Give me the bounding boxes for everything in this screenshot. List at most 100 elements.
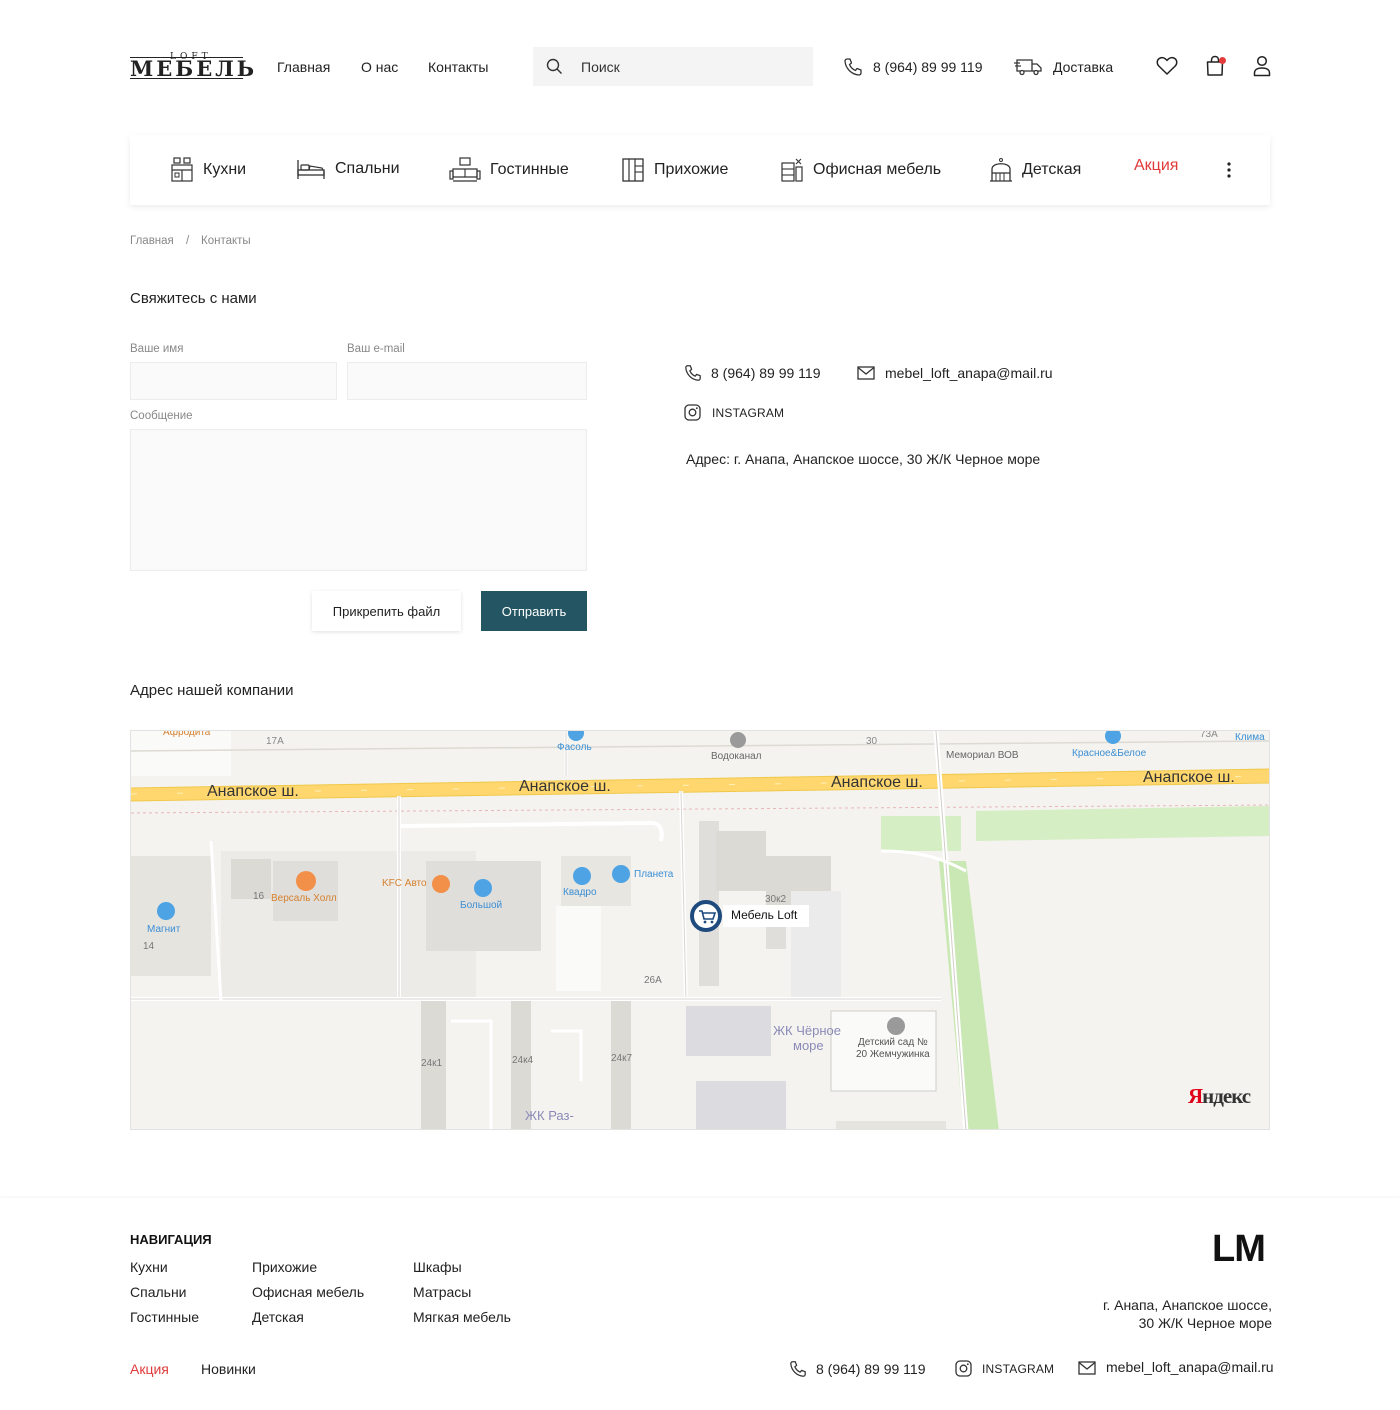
more-vertical-icon[interactable]	[1227, 162, 1231, 178]
map-place-label: Большой	[460, 900, 503, 911]
footer-instagram-link[interactable]: INSTAGRAM	[982, 1362, 1054, 1376]
category-bedrooms[interactable]: Спальни	[296, 157, 400, 181]
footer-link-office[interactable]: Офисная мебель	[252, 1284, 364, 1300]
footer-link-mattresses[interactable]: Матрасы	[413, 1284, 471, 1300]
map-place-label: Афродита	[163, 730, 211, 738]
map-place-label: Красное&Белое	[1072, 748, 1147, 759]
footer-address-line: 30 Ж/К Черное море	[1138, 1315, 1272, 1331]
user-icon[interactable]	[1253, 55, 1271, 77]
map-place-label: 30	[866, 736, 878, 747]
map-provider-text: ндекс	[1202, 1084, 1251, 1108]
footer-nav-title: НАВИГАЦИЯ	[130, 1232, 212, 1247]
map-place-label: 17А	[266, 736, 284, 747]
category-label: Акция	[1134, 157, 1179, 174]
map-place-label: 14	[143, 941, 155, 952]
company-map[interactable]: Афродита 17А Фасоль Водоканал 30 Мемориа…	[130, 730, 1270, 1130]
map-place-label: 24к1	[421, 1058, 443, 1069]
map-place-label: 73А	[1200, 730, 1218, 740]
footer-link-soft-furniture[interactable]: Мягкая мебель	[413, 1309, 511, 1325]
map-road-label: Анапское ш.	[207, 783, 299, 800]
logo-title: МЕБЕЛЬ	[130, 56, 258, 81]
footer-link-new[interactable]: Новинки	[201, 1361, 256, 1377]
search-icon[interactable]	[546, 58, 563, 75]
map-place-label: 24к7	[611, 1053, 633, 1064]
map-place-label: море	[793, 1038, 824, 1053]
breadcrumb-home[interactable]: Главная	[130, 235, 174, 247]
category-label: Спальни	[335, 160, 400, 177]
nav-link-home[interactable]: Главная	[277, 59, 330, 75]
category-label: Детская	[1022, 161, 1082, 178]
map-marker-label[interactable]: Мебель Loft	[731, 908, 797, 922]
map-place-label: 26А	[644, 975, 662, 986]
footer-link-kids[interactable]: Детская	[252, 1309, 304, 1325]
map-canvas[interactable]	[131, 731, 1270, 1130]
office-desk-icon	[781, 158, 803, 182]
footer-link-sale[interactable]: Акция	[130, 1361, 169, 1377]
category-bar: Кухни Спальни Гостинные Прихожие Офисная…	[130, 135, 1270, 205]
map-place-label: ЖК Чёрное	[773, 1023, 841, 1038]
nav-link-about[interactable]: О нас	[361, 59, 398, 75]
category-hallways[interactable]: Прихожие	[621, 157, 728, 183]
search-input[interactable]	[581, 47, 801, 86]
bed-icon	[297, 160, 325, 179]
name-label: Ваше имя	[130, 343, 184, 355]
phone-icon	[685, 365, 701, 381]
footer-link-bedrooms[interactable]: Спальни	[130, 1284, 187, 1300]
map-road-label: Анапское ш.	[519, 778, 611, 795]
footer-phone-link[interactable]: 8 (964) 89 99 119	[816, 1361, 926, 1377]
footer-link-hallways[interactable]: Прихожие	[252, 1259, 317, 1275]
site-logo[interactable]: LOFT МЕБЕЛЬ	[130, 52, 254, 80]
map-place-label: 30к2	[765, 894, 787, 905]
email-label: Ваш e-mail	[347, 343, 405, 355]
mail-icon	[1078, 1361, 1096, 1375]
phone-icon	[844, 58, 862, 76]
category-kids[interactable]: Детская	[989, 157, 1081, 183]
map-place-label: Планета	[634, 869, 674, 880]
footer-address-line: г. Анапа, Анапское шоссе,	[1102, 1297, 1272, 1313]
footer-link-living-rooms[interactable]: Гостинные	[130, 1309, 199, 1325]
map-section-title: Адрес нашей компании	[130, 682, 294, 699]
logo-rule-bottom	[130, 78, 243, 79]
category-sale[interactable]: Акция	[1134, 157, 1178, 175]
map-place-label: 24к4	[512, 1055, 534, 1066]
footer-link-kitchens[interactable]: Кухни	[130, 1259, 168, 1275]
breadcrumb-separator: /	[186, 235, 190, 247]
email-field[interactable]	[347, 362, 587, 400]
instagram-icon	[684, 404, 701, 421]
footer-logo[interactable]: LM	[1212, 1229, 1266, 1269]
category-office[interactable]: Офисная мебель	[780, 157, 941, 183]
attach-file-button[interactable]: Прикрепить файл	[312, 591, 461, 631]
map-place-label: ЖК Раз-	[525, 1108, 574, 1123]
wardrobe-icon	[622, 158, 644, 182]
footer-email-link[interactable]: mebel_loft_anapa@mail.ru	[1106, 1359, 1274, 1375]
map-place-label: 16	[253, 891, 265, 902]
send-button[interactable]: Отправить	[481, 591, 587, 631]
phone-icon	[790, 1361, 806, 1377]
breadcrumb-current: Контакты	[201, 235, 251, 247]
map-road-label: Анапское ш.	[831, 774, 923, 791]
mail-icon	[857, 366, 875, 380]
map-place-label: Магнит	[147, 924, 181, 935]
map-provider-logo[interactable]: Яндекс	[1188, 1084, 1251, 1109]
delivery-link[interactable]: Доставка	[1053, 59, 1113, 75]
category-living-rooms[interactable]: Гостинные	[449, 157, 569, 183]
contact-phone-link[interactable]: 8 (964) 89 99 119	[711, 365, 821, 381]
map-place-label: 20 Жемчужинка	[856, 1049, 930, 1060]
contact-instagram-link[interactable]: INSTAGRAM	[712, 406, 784, 420]
header-phone-link[interactable]: 8 (964) 89 99 119	[873, 59, 983, 75]
map-place-label: Фасоль	[557, 742, 592, 753]
footer-address: г. Анапа, Анапское шоссе, 30 Ж/К Черное …	[1103, 1296, 1272, 1332]
nav-link-contacts[interactable]: Контакты	[428, 59, 488, 75]
category-kitchens[interactable]: Кухни	[170, 157, 246, 183]
contact-email-link[interactable]: mebel_loft_anapa@mail.ru	[885, 365, 1053, 381]
cart-badge	[1219, 57, 1226, 64]
map-place-label: KFC Авто	[382, 878, 427, 889]
footer-link-wardrobes[interactable]: Шкафы	[413, 1259, 462, 1275]
name-field[interactable]	[130, 362, 337, 400]
message-label: Сообщение	[130, 410, 193, 422]
map-place-label: Клима	[1235, 732, 1265, 743]
heart-icon[interactable]	[1156, 56, 1178, 76]
message-field[interactable]	[130, 429, 587, 571]
map-road-label: Анапское ш.	[1143, 769, 1235, 786]
map-place-label: Версаль Холл	[271, 893, 337, 904]
